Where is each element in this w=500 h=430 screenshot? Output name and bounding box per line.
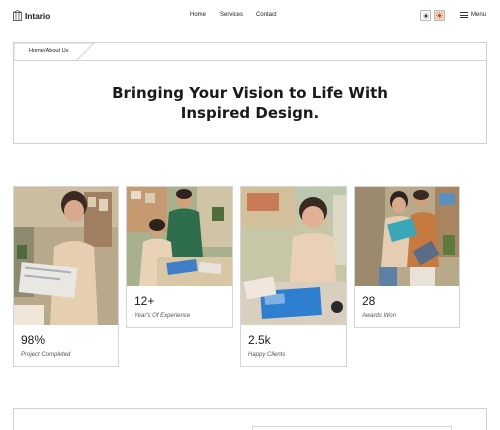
breadcrumb-bar: Home/About Us xyxy=(14,43,486,61)
menu-button[interactable]: Menu xyxy=(460,12,486,18)
sun-icon xyxy=(422,12,429,19)
stat-card-experience: 12+ Year's Of Experience xyxy=(126,186,233,328)
nav-services-link[interactable]: Services xyxy=(220,12,256,18)
designer-photo xyxy=(14,187,118,325)
couple-photo xyxy=(355,187,459,286)
page-title-line1: Bringing Your Vision to Life With xyxy=(112,84,388,102)
stat-card-clients: 2.5k Happy Clients xyxy=(240,186,347,367)
stat-label: Awards Won xyxy=(362,313,396,319)
designer-desk-photo xyxy=(241,187,346,325)
next-section xyxy=(13,408,487,430)
stat-card-projects: 98% Project Completed xyxy=(13,186,119,367)
brand-name: Intario xyxy=(25,10,51,21)
stat-label: Project Completed xyxy=(21,352,71,358)
stat-card-awards: 28 Awards Won xyxy=(354,186,460,328)
nav-contact-link[interactable]: Contact xyxy=(256,12,286,18)
next-section-panel xyxy=(252,426,452,430)
page-title: Bringing Your Vision to Life With Inspir… xyxy=(14,83,486,123)
stat-value: 12+ xyxy=(134,294,155,308)
page-title-line2: Inspired Design. xyxy=(180,104,320,122)
stat-label: Year's Of Experience xyxy=(134,313,191,319)
hero-section: Home/About Us Bringing Your Vision to Li… xyxy=(13,42,487,144)
light-mode-button[interactable] xyxy=(434,10,445,21)
sun-icon xyxy=(436,12,443,19)
building-logo-icon xyxy=(13,10,22,21)
menu-label: Menu xyxy=(471,12,487,18)
hamburger-icon xyxy=(460,12,468,18)
stat-label: Happy Clients xyxy=(248,352,286,358)
nav-home-link[interactable]: Home xyxy=(190,12,220,18)
main-nav: Home Services Contact xyxy=(190,12,286,18)
breadcrumb[interactable]: Home/About Us xyxy=(29,48,68,54)
stat-value: 98% xyxy=(21,333,46,347)
stat-value: 2.5k xyxy=(248,333,271,347)
brand-logo[interactable]: Intario xyxy=(13,10,50,21)
team-photo xyxy=(127,187,232,286)
site-header: Intario Home Services Contact Menu xyxy=(0,0,500,32)
theme-toggle-button[interactable] xyxy=(420,10,431,21)
stat-value: 28 xyxy=(362,294,376,308)
